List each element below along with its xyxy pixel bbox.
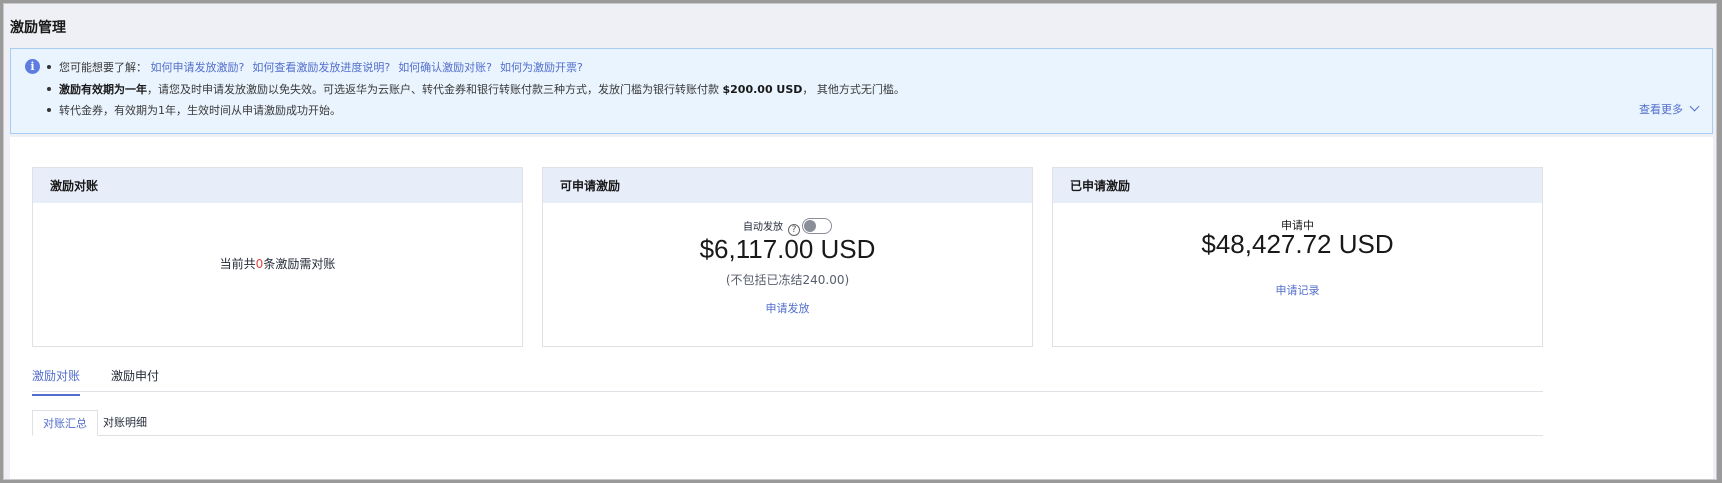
card-available: 可申请激励 自动发放? $6,117.00 USD (不包括已冻结240.00)… (542, 167, 1033, 347)
available-amount: $6,117.00 USD (699, 234, 876, 264)
apply-issue-link[interactable]: 申请发放 (766, 302, 810, 315)
bullet-icon (47, 65, 51, 69)
toggle-knob (804, 220, 816, 232)
app-frame: 激励管理 i 您可能想要了解： 如何申请发放激励? 如何查看激励发放进度说明? 如何… (3, 3, 1717, 480)
voucher-text: 转代金券，有效期为1年，生效时间从申请激励成功开始。 (59, 104, 341, 117)
tab-reconciliation[interactable]: 激励对账 (32, 367, 81, 396)
application-records-link[interactable]: 申请记录 (1276, 284, 1320, 297)
link-how-confirm-reconciliation[interactable]: 如何确认激励对账? (398, 61, 492, 74)
card-title: 已申请激励 (1053, 168, 1542, 203)
apply-issue-row: 申请发放 (543, 297, 1032, 316)
card-title: 可申请激励 (543, 168, 1032, 203)
auto-issue-toggle[interactable] (802, 218, 832, 234)
link-how-view-progress[interactable]: 如何查看激励发放进度说明? (252, 61, 390, 74)
card-title: 激励对账 (33, 168, 522, 203)
application-records-row: 申请记录 (1053, 279, 1542, 298)
frozen-note: (不包括已冻结240.00) (725, 273, 850, 287)
main-content: 激励对账 当前共0条激励需对账 可申请激励 自动发放? $6,117.00 US… (10, 137, 1713, 479)
card-applied: 已申请激励 申请中 $48,427.72 USD 申请记录 (1052, 167, 1543, 347)
subtab-summary[interactable]: 对账汇总 (32, 410, 98, 436)
notice-line-validity: 激励有效期为一年，请您及时申请发放激励以免失效。可选返华为云账户、转代金券和银行… (47, 81, 905, 97)
chevron-down-icon (1689, 101, 1700, 112)
main-tabs: 激励对账 激励申付 (32, 359, 1543, 396)
notice-line-voucher: 转代金券，有效期为1年，生效时间从申请激励成功开始。 (47, 102, 341, 118)
subtab-details[interactable]: 对账明细 (93, 410, 157, 436)
link-how-apply[interactable]: 如何申请发放激励? (151, 61, 245, 74)
sub-tabs: 对账汇总 对账明细 (32, 410, 1543, 436)
count-suffix: 条激励需对账 (263, 257, 336, 271)
threshold-amount: $200.00 USD (722, 83, 803, 96)
view-more-link[interactable]: 查看更多 (1639, 101, 1700, 117)
reconciliation-count-text: 当前共0条激励需对账 (33, 255, 522, 272)
bullet-icon (47, 87, 51, 91)
view-more-label: 查看更多 (1639, 103, 1683, 116)
applied-amount: $48,427.72 USD (1201, 229, 1394, 259)
notice-line-links: 您可能想要了解： 如何申请发放激励? 如何查看激励发放进度说明? 如何确认激励对账?… (47, 59, 591, 75)
link-how-invoice[interactable]: 如何为激励开票? (500, 61, 583, 74)
notice-intro: 您可能想要了解： (59, 61, 147, 74)
validity-text-tail: ， 其他方式无门槛。 (802, 83, 905, 96)
bullet-icon (47, 108, 51, 112)
auto-issue-label: 自动发放 (743, 222, 783, 233)
page-title: 激励管理 (10, 20, 66, 36)
card-reconciliation: 激励对账 当前共0条激励需对账 (32, 167, 523, 347)
count-prefix: 当前共 (219, 257, 256, 271)
info-icon: i (25, 59, 40, 74)
info-notice: i 您可能想要了解： 如何申请发放激励? 如何查看激励发放进度说明? 如何确认激励对… (10, 48, 1713, 134)
validity-bold: 激励有效期为一年 (59, 83, 147, 96)
tab-payment-request[interactable]: 激励申付 (111, 367, 159, 384)
validity-text: ，请您及时申请发放激励以免失效。可选返华为云账户、转代金券和银行转账付款三种方式… (147, 83, 723, 96)
